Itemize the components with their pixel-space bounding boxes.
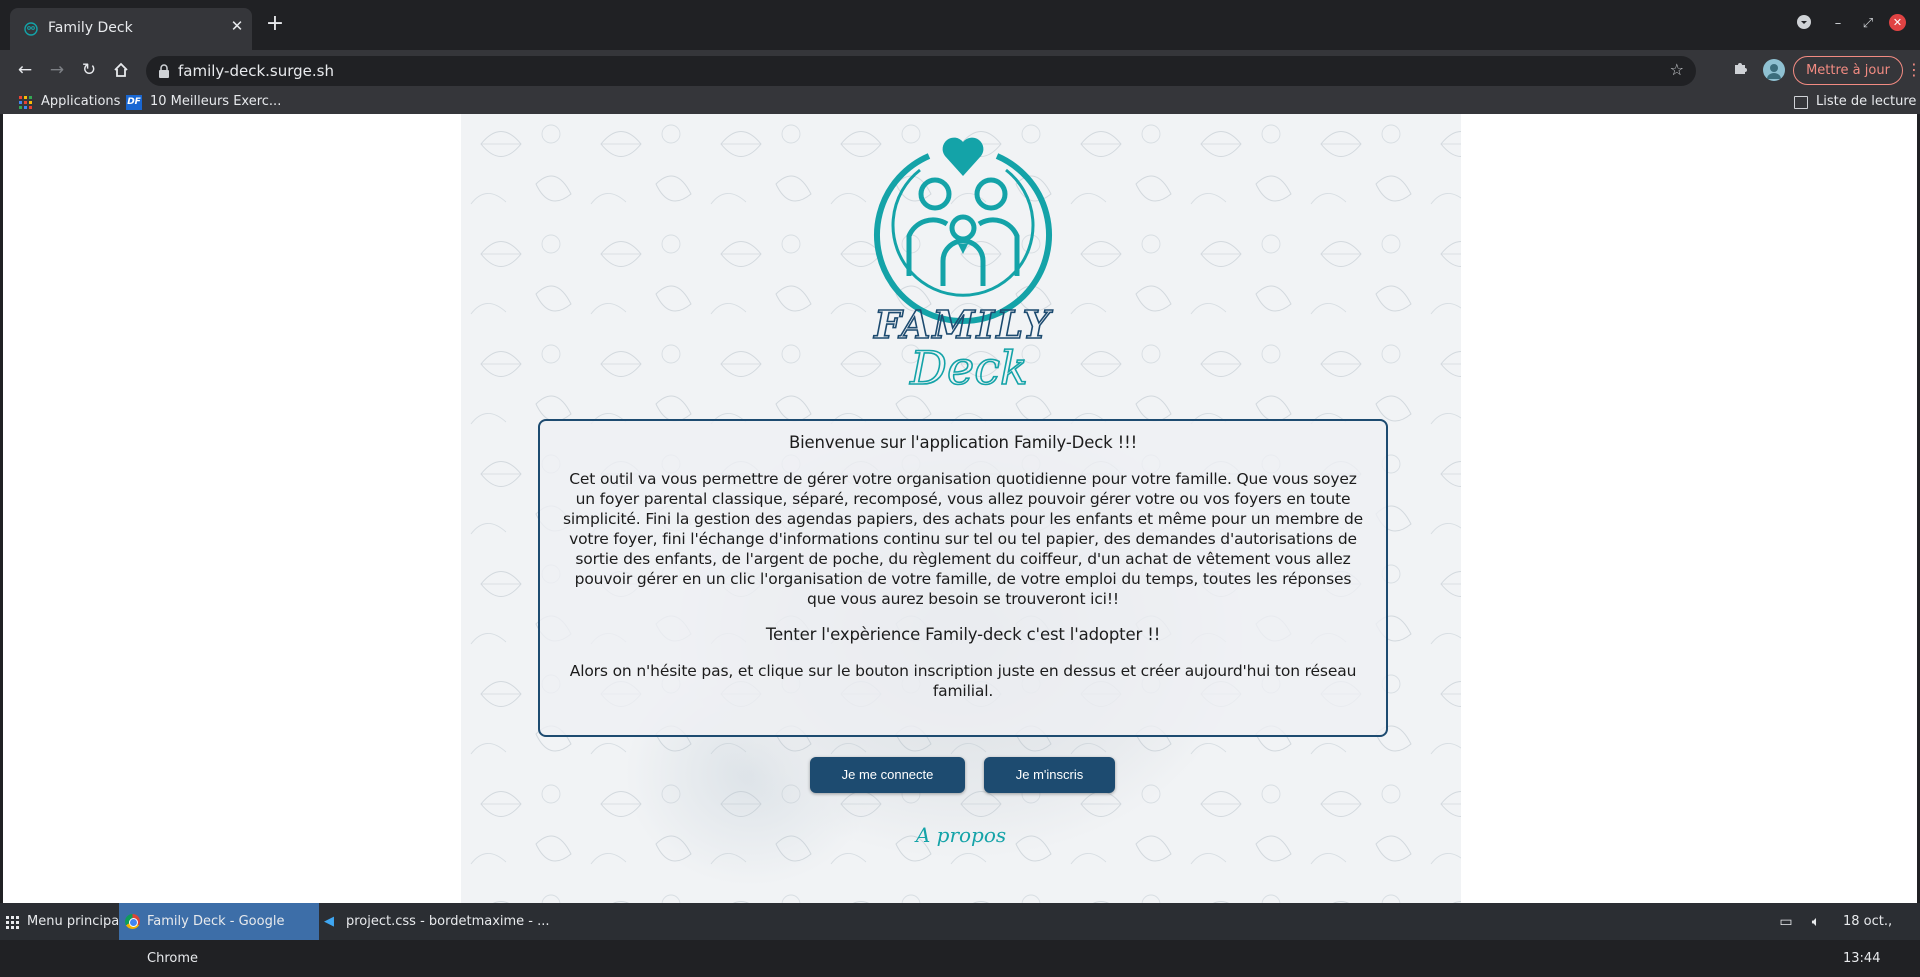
family-deck-logo: FAMILY Deck — [872, 137, 1052, 396]
tab-title: Family Deck — [48, 20, 133, 36]
taskbar-main-menu[interactable]: Menu principal — [27, 903, 123, 940]
lock-icon — [159, 64, 169, 78]
main-menu-grid-icon[interactable] — [6, 916, 19, 929]
tab-family-deck[interactable]: Family Deck ✕ — [10, 8, 252, 50]
about-link[interactable]: A propos — [886, 823, 1036, 847]
bookmark-meilleurs-exercices[interactable]: 10 Meilleurs Exerc... — [150, 92, 281, 114]
profile-avatar[interactable] — [1763, 59, 1785, 81]
family-deck-favicon-icon — [24, 22, 38, 36]
bookmarks-bar: Applications DF 10 Meilleurs Exerc... Li… — [0, 92, 1920, 114]
screen-tray-icon[interactable]: ▭ — [1778, 914, 1794, 930]
minimize-window-icon[interactable]: – — [1829, 14, 1847, 34]
apps-grid-icon[interactable] — [19, 96, 32, 109]
taskbar-vscode-window[interactable]: ◀ project.css - bordetmaxime - ... — [322, 903, 550, 940]
vscode-icon: ◀ — [324, 914, 334, 929]
reading-list-icon — [1794, 96, 1808, 109]
bookmark-star-icon[interactable]: ☆ — [1670, 60, 1684, 79]
login-button[interactable]: Je me connecte — [810, 757, 965, 793]
signup-button[interactable]: Je m'inscris — [984, 757, 1115, 793]
update-browser-button[interactable]: Mettre à jour — [1793, 56, 1903, 85]
description-text: Cet outil va vous permettre de gérer vot… — [562, 470, 1364, 608]
close-tab-icon[interactable]: ✕ — [227, 16, 247, 36]
address-bar[interactable]: family-deck.surge.sh ☆ — [146, 56, 1696, 86]
hero-background: FAMILY Deck Bienvenue sur l'application … — [461, 114, 1461, 903]
browser-menu-icon[interactable]: ⋮ — [1906, 60, 1920, 80]
bookmark-reading-list[interactable]: Liste de lecture — [1816, 92, 1916, 114]
reload-icon[interactable]: ↻ — [77, 58, 101, 82]
welcome-heading: Bienvenue sur l'application Family-Deck … — [788, 433, 1138, 452]
browser-toolbar: ← → ↻ family-deck.surge.sh ☆ Mettre à jo… — [0, 50, 1920, 92]
bookmark-applications[interactable]: Applications — [41, 92, 120, 114]
close-window-icon[interactable]: ✕ — [1889, 14, 1906, 31]
df-bookmark-icon: DF — [126, 95, 142, 110]
browser-tab-strip: Family Deck ✕ + – ⤢ ✕ — [0, 0, 1920, 50]
url-text: family-deck.surge.sh — [178, 62, 334, 80]
maximize-window-icon[interactable]: ⤢ — [1859, 14, 1877, 34]
volume-icon[interactable]: 🔈︎ — [1808, 914, 1824, 930]
new-tab-button[interactable]: + — [263, 13, 287, 37]
call-to-action-text: Alors on n'hésite pas, et clique sur le … — [569, 662, 1357, 700]
home-icon[interactable] — [109, 58, 133, 82]
os-taskbar: Menu principal Family Deck - Google Chro… — [0, 903, 1920, 966]
taskbar-clock[interactable]: 18 oct., 13:44 — [1843, 903, 1920, 966]
taskbar-vscode-label: project.css - bordetmaxime - ... — [346, 914, 550, 929]
extensions-puzzle-icon[interactable] — [1730, 60, 1750, 80]
welcome-card: Bienvenue sur l'application Family-Deck … — [538, 419, 1388, 737]
chrome-icon — [125, 914, 140, 929]
tagline-text: Tenter l'expèrience Family-deck c'est l'… — [765, 625, 1161, 644]
page-viewport: FAMILY Deck Bienvenue sur l'application … — [3, 114, 1917, 903]
tab-search-icon[interactable] — [1795, 14, 1813, 34]
logo-title-deck: Deck — [909, 341, 1028, 395]
forward-arrow-icon[interactable]: → — [45, 58, 69, 82]
taskbar-chrome-label: Family Deck - Google Chrome — [147, 914, 285, 966]
taskbar-chrome-window[interactable]: Family Deck - Google Chrome — [119, 903, 319, 966]
back-arrow-icon[interactable]: ← — [13, 58, 37, 82]
